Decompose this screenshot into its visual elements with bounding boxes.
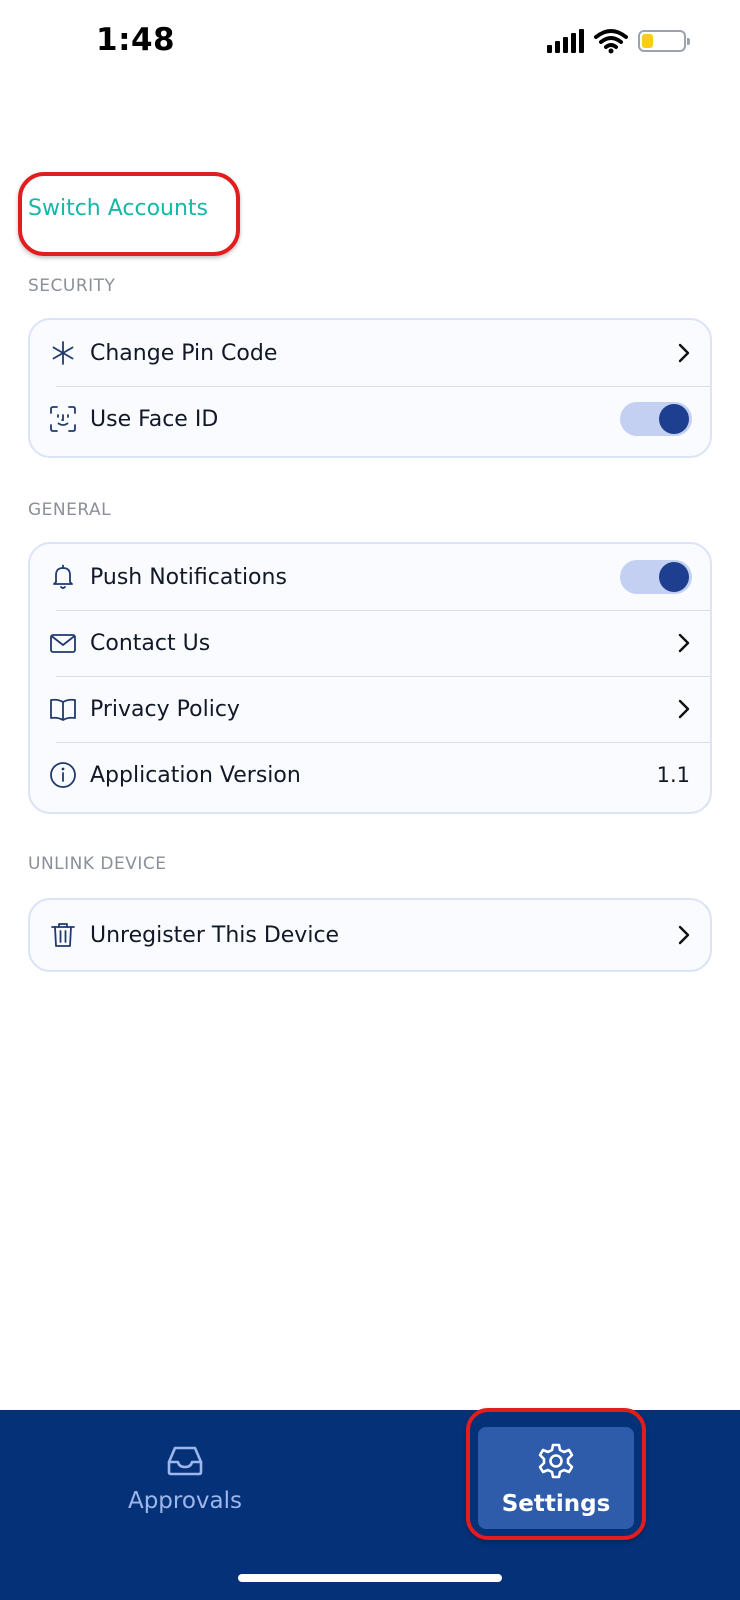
- status-bar: 1:48: [0, 0, 740, 90]
- bottom-tab-bar: Approvals Settings: [0, 1410, 740, 1600]
- mail-icon: [50, 634, 76, 653]
- status-time: 1:48: [96, 22, 176, 58]
- face-id-icon: [50, 406, 76, 432]
- application-version-value: 1.1: [656, 763, 690, 787]
- toggle-knob: [659, 562, 689, 592]
- status-icons: [547, 28, 690, 54]
- chevron-right-icon: [678, 699, 690, 719]
- privacy-policy-label: Privacy Policy: [90, 696, 240, 722]
- tab-settings-label: Settings: [501, 1491, 611, 1517]
- contact-us-row[interactable]: Contact Us: [30, 610, 710, 676]
- privacy-policy-row[interactable]: Privacy Policy: [30, 676, 710, 742]
- chevron-right-icon: [678, 925, 690, 945]
- push-notifications-toggle[interactable]: [620, 560, 692, 594]
- asterisk-icon: [52, 341, 74, 365]
- section-title-general: GENERAL: [28, 500, 112, 520]
- toggle-knob: [659, 404, 689, 434]
- trash-icon: [51, 923, 75, 947]
- gear-icon: [538, 1443, 574, 1479]
- application-version-row: Application Version 1.1: [30, 742, 710, 808]
- contact-us-label: Contact Us: [90, 630, 211, 656]
- face-id-toggle[interactable]: [620, 402, 692, 436]
- change-pin-code-row[interactable]: Change Pin Code: [30, 320, 710, 386]
- application-version-label: Application Version: [90, 762, 301, 788]
- home-indicator: [238, 1574, 502, 1582]
- tab-settings[interactable]: Settings: [478, 1427, 634, 1529]
- unregister-device-row[interactable]: Unregister This Device: [30, 900, 710, 970]
- chevron-right-icon: [678, 633, 690, 653]
- cellular-signal-icon: [547, 29, 584, 53]
- unregister-device-label: Unregister This Device: [90, 922, 340, 948]
- battery-icon: [638, 30, 690, 52]
- unlink-card: Unregister This Device: [28, 898, 712, 972]
- chevron-right-icon: [678, 343, 690, 363]
- section-title-security: SECURITY: [28, 276, 116, 296]
- tab-approvals[interactable]: Approvals: [110, 1440, 260, 1514]
- use-face-id-label: Use Face ID: [90, 406, 219, 432]
- battery-level: [642, 34, 654, 48]
- switch-accounts-link[interactable]: Switch Accounts: [28, 196, 208, 221]
- security-card: Change Pin Code Use Face ID: [28, 318, 712, 458]
- info-icon: [50, 762, 76, 788]
- tab-approvals-label: Approvals: [127, 1488, 243, 1514]
- change-pin-code-label: Change Pin Code: [90, 340, 278, 366]
- book-icon: [50, 698, 76, 721]
- general-card: Push Notifications Contact Us Privacy Po…: [28, 542, 712, 814]
- push-notifications-row: Push Notifications: [30, 544, 710, 610]
- push-notifications-label: Push Notifications: [90, 564, 287, 590]
- wifi-icon: [594, 29, 628, 54]
- section-title-unlink-device: UNLINK DEVICE: [28, 854, 167, 874]
- bell-icon: [53, 564, 73, 589]
- inbox-icon: [167, 1446, 203, 1476]
- use-face-id-row: Use Face ID: [30, 386, 710, 452]
